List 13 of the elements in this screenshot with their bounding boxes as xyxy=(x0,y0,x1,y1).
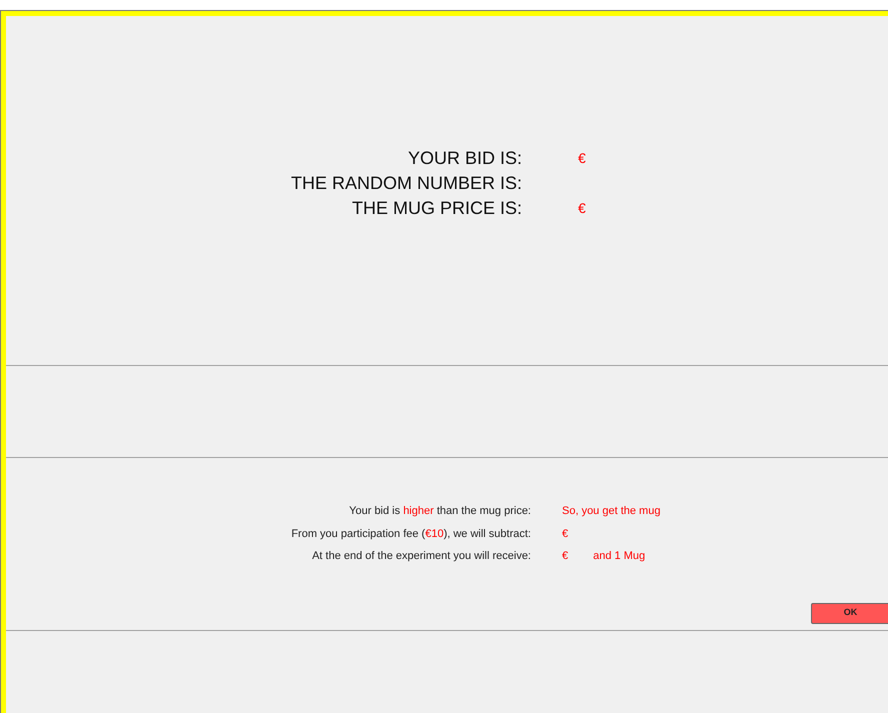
result-label: THE RANDOM NUMBER IS: xyxy=(290,174,522,192)
summary-label: From you participation fee (€10), we will subtract: xyxy=(290,526,531,542)
result-value: € xyxy=(578,201,586,215)
summary-label: At the end of the experiment you will receive: xyxy=(311,549,531,564)
summary-value: So, you get the mug xyxy=(562,504,660,519)
result-label: YOUR BID IS: xyxy=(406,149,522,167)
result-value: € xyxy=(578,151,586,165)
summary-value: € xyxy=(562,526,568,542)
result-label: THE MUG PRICE IS: xyxy=(350,199,522,217)
summary-value: and 1 Mug xyxy=(593,549,646,564)
summary-label: Your bid is higher than the mug price: xyxy=(348,504,531,519)
ok-button[interactable]: OK xyxy=(811,602,888,624)
summary-value: € xyxy=(562,549,568,564)
